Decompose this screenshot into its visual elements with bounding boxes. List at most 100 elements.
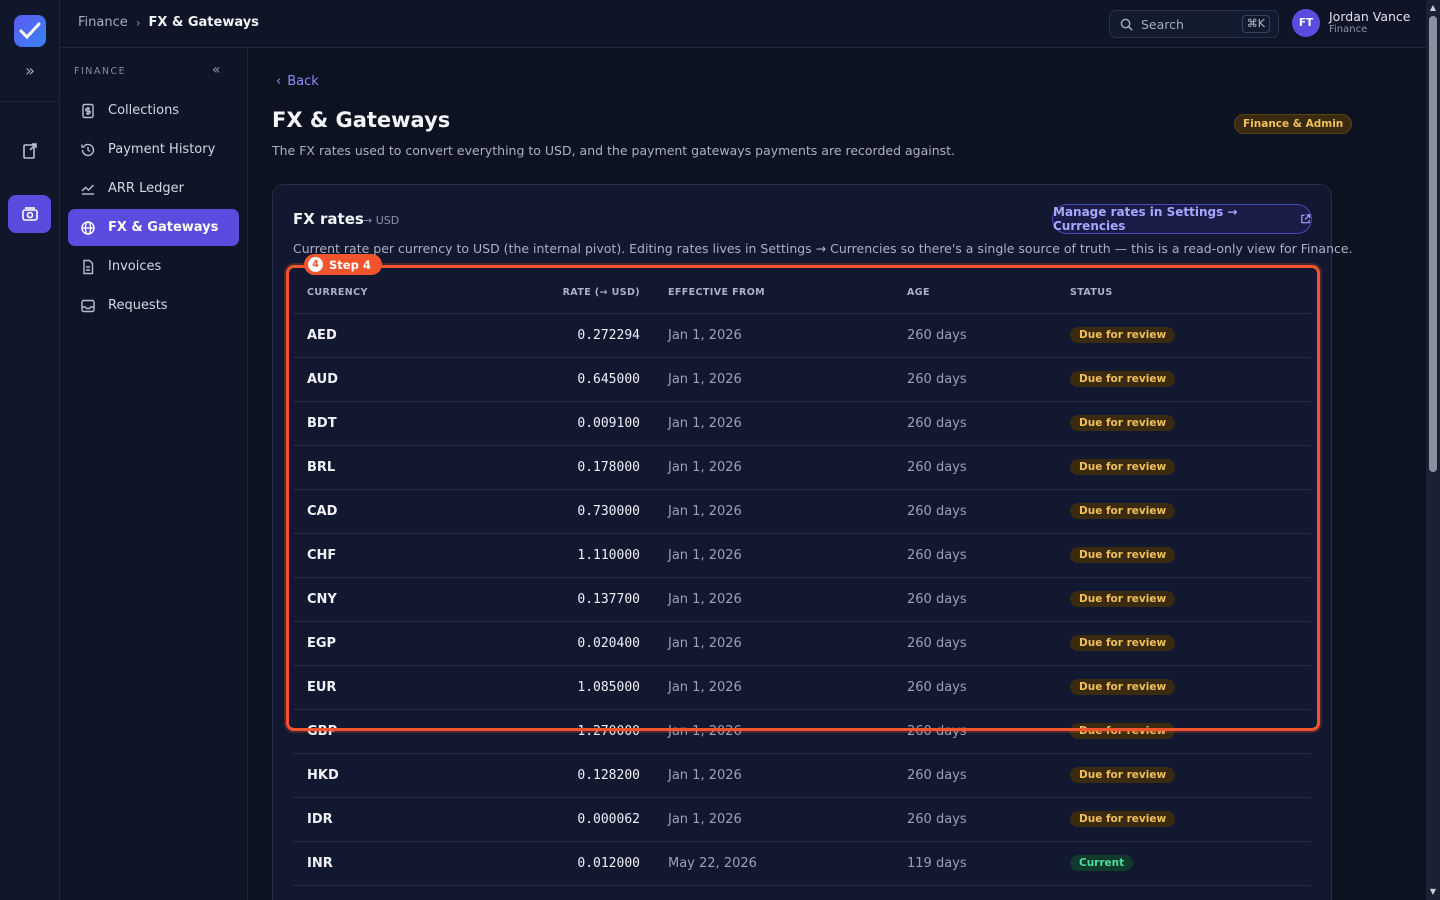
cell-age: 260 days [907, 709, 1070, 754]
cell-effective-from: Jan 1, 2026 [668, 709, 907, 754]
sidebar-item-label: Collections [108, 103, 180, 118]
cell-age: 260 days [907, 577, 1070, 622]
sidebar-item-label: FX & Gateways [108, 220, 219, 235]
user-name: Jordan Vance [1329, 9, 1411, 24]
table-row[interactable]: INR 0.012000 May 22, 2026 119 days Current [293, 841, 1311, 886]
cell-age: 260 days [907, 665, 1070, 710]
status-badge: Current [1070, 855, 1134, 871]
sidebar-item-label: Payment History [108, 142, 216, 157]
dollar-doc-icon [82, 103, 94, 118]
breadcrumb-current: FX & Gateways [148, 15, 259, 30]
cell-currency: BRL [293, 445, 553, 490]
cell-rate: 0.000062 [553, 797, 668, 842]
sidebar-item-requests[interactable]: Requests [68, 287, 239, 324]
cell-effective-from: Jan 1, 2026 [668, 621, 907, 666]
column-header-currency[interactable]: CURRENCY [293, 273, 553, 314]
back-link[interactable]: ‹ Back [276, 74, 319, 89]
status-badge: Due for review [1070, 723, 1176, 739]
user-role: Finance [1329, 24, 1368, 35]
cell-effective-from: Jan 1, 2026 [668, 753, 907, 798]
app-logo[interactable] [14, 15, 46, 47]
scrollbar-thumb[interactable] [1429, 16, 1437, 472]
cell-rate: 0.730000 [553, 489, 668, 534]
cell-status: Due for review [1070, 665, 1311, 710]
sidebar: FINANCE « Collections Payment History AR… [60, 48, 248, 900]
status-badge: Due for review [1070, 811, 1176, 827]
cell-currency: EUR [293, 665, 553, 710]
user-menu[interactable]: FT Jordan Vance Finance [1292, 9, 1410, 37]
table-row[interactable]: EUR 1.085000 Jan 1, 2026 260 days Due for re… [293, 665, 1311, 710]
column-header-status[interactable]: STATUS [1070, 273, 1311, 314]
fx-rates-card: FX rates → USD Manage rates in Settings … [272, 184, 1353, 900]
rail-divider [0, 101, 60, 102]
table-header-row: CURRENCY RATE (→ USD) EFFECTIVE FROM AGE… [293, 273, 1311, 314]
cell-age: 260 days [907, 753, 1070, 798]
sidebar-item-fx-gateways[interactable]: FX & Gateways [68, 209, 239, 246]
finance-module-icon[interactable] [8, 195, 51, 233]
cell-status: Due for review [1070, 357, 1311, 402]
cell-status: Due for review [1070, 621, 1311, 666]
page-description: The FX rates used to convert everything … [272, 143, 956, 158]
cell-effective-from: Jan 1, 2026 [668, 401, 907, 446]
cell-age: 260 days [907, 445, 1070, 490]
table-row[interactable]: CNY 0.137700 Jan 1, 2026 260 days Due for re… [293, 577, 1311, 622]
step-number: 4 [308, 257, 323, 272]
scroll-up-icon[interactable]: ▲ [1428, 3, 1438, 13]
status-badge: Due for review [1070, 591, 1176, 607]
cell-rate: 0.012000 [553, 841, 668, 886]
expand-rail-icon[interactable]: » [20, 61, 40, 81]
cell-age: 260 days [907, 357, 1070, 402]
status-badge: Due for review [1070, 635, 1176, 651]
sidebar-item-collections[interactable]: Collections [68, 92, 239, 129]
cell-status: Due for review [1070, 797, 1311, 842]
manage-rates-button[interactable]: Manage rates in Settings → Currencies [1052, 204, 1312, 234]
table-row[interactable]: AUD 0.645000 Jan 1, 2026 260 days Due for re… [293, 357, 1311, 402]
table-row[interactable]: CHF 1.110000 Jan 1, 2026 260 days Due for re… [293, 533, 1311, 578]
cell-currency: AED [293, 313, 553, 358]
sidebar-item-arr-ledger[interactable]: ARR Ledger [68, 170, 239, 207]
ledger-exit-icon[interactable] [18, 139, 42, 163]
cell-currency: CHF [293, 533, 553, 578]
sidebar-item-payment-history[interactable]: Payment History [68, 131, 239, 168]
column-header-age[interactable]: AGE [907, 273, 1070, 314]
cell-status: Due for review [1070, 445, 1311, 490]
cell-rate: 0.645000 [553, 357, 668, 402]
cell-effective-from: Jan 1, 2026 [668, 489, 907, 534]
main-content: ‹ Back FX & Gateways The FX rates used t… [248, 48, 1426, 900]
status-badge: Due for review [1070, 371, 1176, 387]
sidebar-section-title: FINANCE [74, 66, 127, 77]
status-badge: Due for review [1070, 767, 1176, 783]
table-row[interactable]: IDR 0.000062 Jan 1, 2026 260 days Due for re… [293, 797, 1311, 842]
cell-status: Due for review [1070, 709, 1311, 754]
status-badge: Due for review [1070, 459, 1176, 475]
history-icon [81, 143, 95, 156]
breadcrumb-parent[interactable]: Finance [78, 15, 128, 30]
sidebar-nav: Collections Payment History ARR Ledger F… [68, 92, 239, 326]
cell-age: 260 days [907, 621, 1070, 666]
column-header-rate[interactable]: RATE (→ USD) [553, 273, 668, 314]
table-row[interactable]: HKD 0.128200 Jan 1, 2026 260 days Due for re… [293, 753, 1311, 798]
cell-rate: 0.178000 [553, 445, 668, 490]
search-shortcut: ⌘K [1241, 15, 1270, 33]
table-row[interactable]: GBP 1.270000 Jan 1, 2026 260 days Due for re… [293, 709, 1311, 754]
cell-currency: HKD [293, 753, 553, 798]
table-row[interactable]: CAD 0.730000 Jan 1, 2026 260 days Due for re… [293, 489, 1311, 534]
search-placeholder: Search [1141, 16, 1184, 32]
table-row[interactable]: AED 0.272294 Jan 1, 2026 260 days Due for re… [293, 313, 1311, 358]
cell-currency: CAD [293, 489, 553, 534]
cell-effective-from: Jan 1, 2026 [668, 357, 907, 402]
avatar: FT [1292, 9, 1320, 37]
table-row[interactable]: EGP 0.020400 Jan 1, 2026 260 days Due for re… [293, 621, 1311, 666]
cell-currency: EGP [293, 621, 553, 666]
sidebar-item-invoices[interactable]: Invoices [68, 248, 239, 285]
status-badge: Due for review [1070, 327, 1176, 343]
scroll-down-icon[interactable]: ▼ [1428, 887, 1438, 897]
cell-rate: 0.020400 [553, 621, 668, 666]
card-description: Current rate per currency to USD (the in… [293, 241, 1353, 256]
table-row[interactable]: BRL 0.178000 Jan 1, 2026 260 days Due for re… [293, 445, 1311, 490]
column-header-effective[interactable]: EFFECTIVE FROM [668, 273, 907, 314]
search-input[interactable]: Search ⌘K [1109, 10, 1279, 38]
page-scrollbar[interactable]: ▲ ▼ [1426, 0, 1440, 900]
collapse-sidebar-icon[interactable]: « [212, 62, 221, 78]
table-row[interactable]: BDT 0.009100 Jan 1, 2026 260 days Due for re… [293, 401, 1311, 446]
